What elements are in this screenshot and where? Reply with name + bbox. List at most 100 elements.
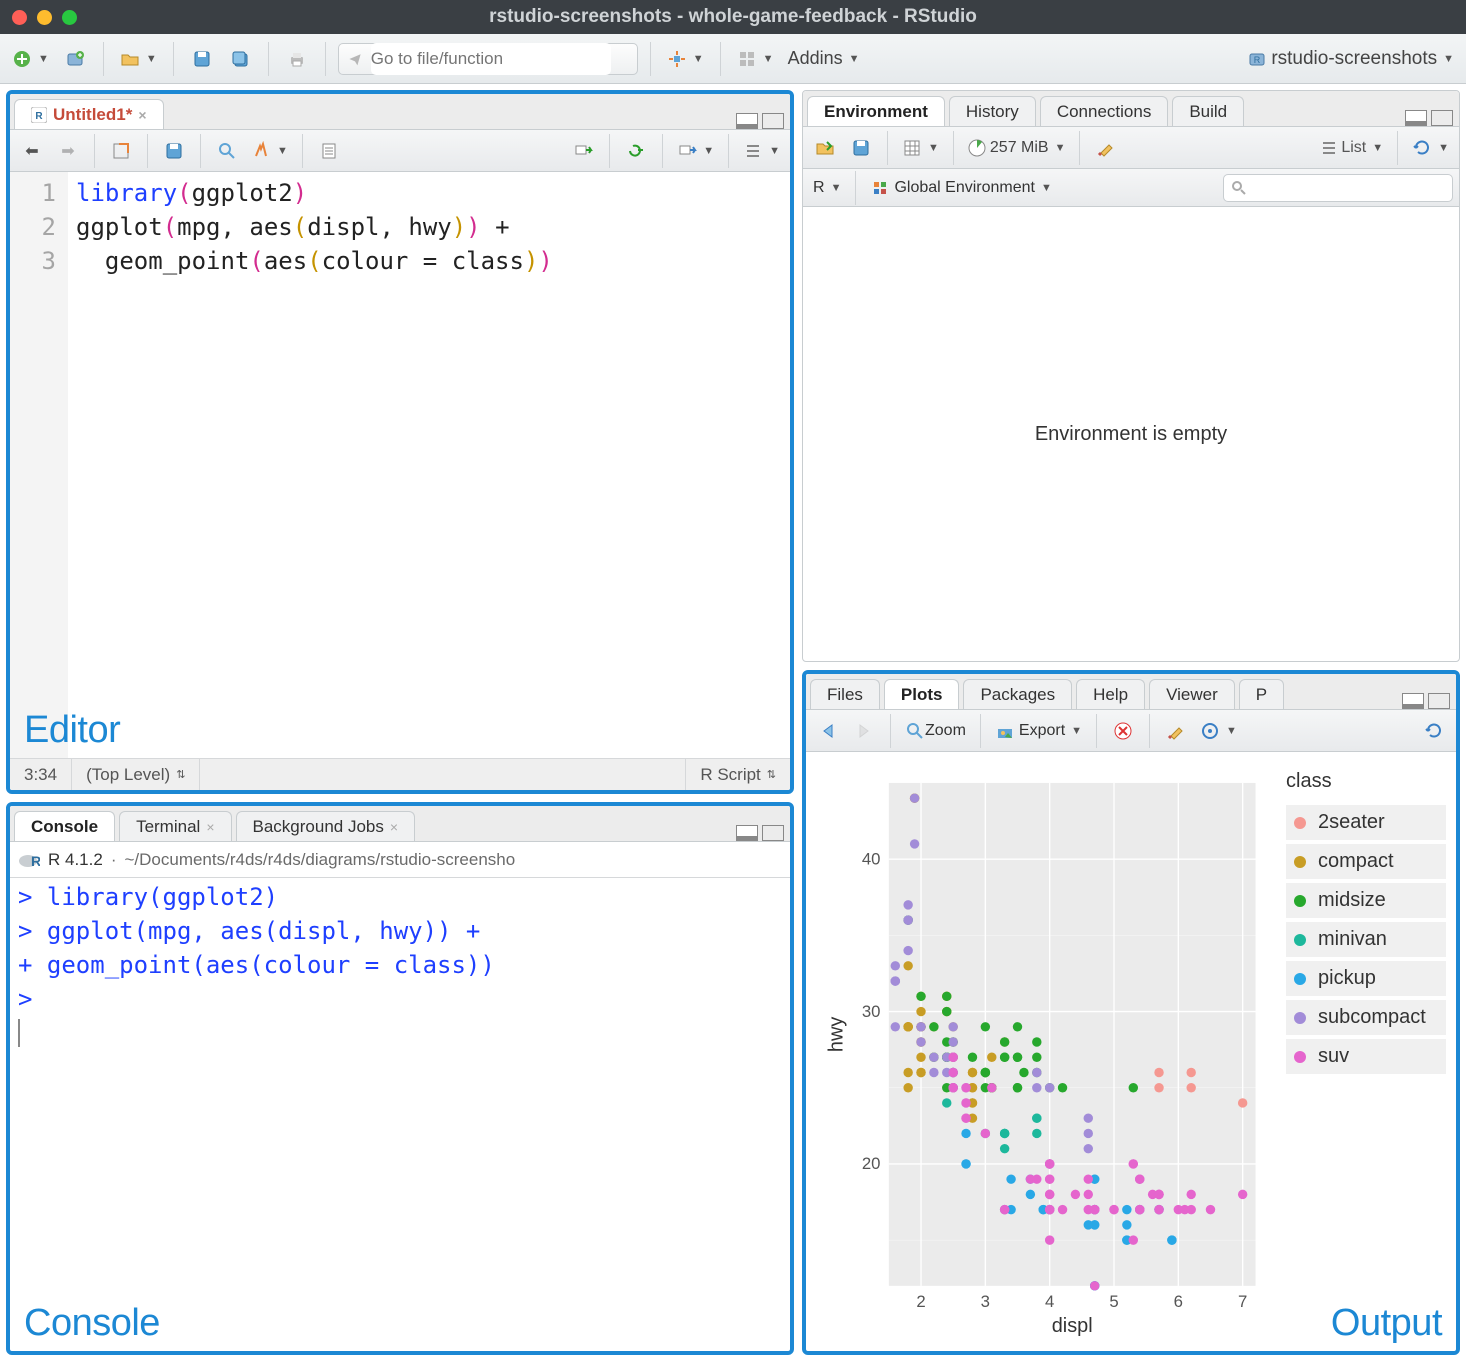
import-dataset-icon[interactable]: ▼ xyxy=(898,138,943,158)
legend-item-2seater: 2seater xyxy=(1286,805,1446,840)
plots-toolbar: Zoom Export ▼ ▼ xyxy=(806,710,1456,752)
env-search-input[interactable] xyxy=(1223,174,1453,202)
code-tools-icon[interactable]: ▼ xyxy=(247,141,292,161)
print-button[interactable] xyxy=(281,49,313,69)
output-tabs: FilesPlotsPackagesHelpViewerP xyxy=(806,674,1456,710)
export-button[interactable]: Export ▼ xyxy=(991,721,1086,741)
svg-text:5: 5 xyxy=(1109,1292,1118,1311)
console-tab-background-jobs[interactable]: Background Jobs × xyxy=(236,811,416,841)
goto-file-input[interactable] xyxy=(371,43,611,75)
env-toolbar: ▼ 257 MiB ▼ List ▼ ▼ xyxy=(803,127,1459,169)
legend-title: class xyxy=(1286,770,1446,793)
output-caption: Output xyxy=(1331,1302,1442,1345)
find-icon[interactable] xyxy=(211,141,243,161)
save-all-button[interactable] xyxy=(224,49,256,69)
outline-icon[interactable]: ▼ xyxy=(739,141,784,161)
minimize-pane-icon[interactable] xyxy=(1402,693,1424,709)
svg-text:40: 40 xyxy=(862,849,881,868)
open-file-button[interactable]: ▼ xyxy=(116,49,161,69)
svg-text:R: R xyxy=(35,111,43,122)
minimize-pane-icon[interactable] xyxy=(736,825,758,841)
svg-text:30: 30 xyxy=(862,1002,881,1021)
working-dir: ~/Documents/r4ds/r4ds/diagrams/rstudio-s… xyxy=(124,850,515,870)
remove-plot-icon[interactable] xyxy=(1107,721,1139,741)
clear-workspace-icon[interactable] xyxy=(1090,138,1122,158)
r-version: R 4.1.2 xyxy=(48,850,103,870)
legend-item-minivan: minivan xyxy=(1286,922,1446,957)
view-mode[interactable]: List ▼ xyxy=(1317,139,1387,157)
env-empty-message: Environment is empty xyxy=(803,207,1459,661)
scope-selector[interactable]: Global Environment ▼ xyxy=(866,178,1055,198)
publish-plot-icon[interactable]: ▼ xyxy=(1196,721,1241,741)
console-body[interactable]: > library(ggplot2)> ggplot(mpg, aes(disp… xyxy=(10,878,790,1351)
clear-plots-icon[interactable] xyxy=(1160,721,1192,741)
refresh-icon[interactable]: ▼ xyxy=(1408,138,1453,158)
goto-file-button[interactable] xyxy=(338,43,638,75)
back-icon[interactable]: ⬅ xyxy=(16,141,48,161)
legend-item-compact: compact xyxy=(1286,844,1446,879)
titlebar: rstudio-screenshots - whole-game-feedbac… xyxy=(0,0,1466,34)
new-project-button[interactable] xyxy=(59,49,91,69)
maximize-pane-icon[interactable] xyxy=(762,113,784,129)
run-icon[interactable] xyxy=(567,141,599,161)
scope-selector[interactable]: (Top Level) ⇅ xyxy=(72,759,200,790)
output-tab-files[interactable]: Files xyxy=(810,679,880,709)
addins-button[interactable]: Addins ▼ xyxy=(784,48,864,69)
env-tab-build[interactable]: Build xyxy=(1172,96,1244,126)
output-tab-help[interactable]: Help xyxy=(1076,679,1145,709)
close-tab-icon[interactable]: × xyxy=(138,107,146,123)
editor-body[interactable]: 123 library(ggplot2) ggplot(mpg, aes(dis… xyxy=(10,172,790,758)
lang-selector[interactable]: R ▼ xyxy=(809,179,845,197)
output-tab-plots[interactable]: Plots xyxy=(884,679,960,709)
maximize-icon[interactable] xyxy=(62,10,77,25)
prev-plot-icon[interactable] xyxy=(812,721,844,741)
project-menu[interactable]: R rstudio-screenshots ▼ xyxy=(1243,48,1458,70)
env-tab-environment[interactable]: Environment xyxy=(807,96,945,126)
minimize-pane-icon[interactable] xyxy=(1405,110,1427,126)
memory-usage[interactable]: 257 MiB ▼ xyxy=(964,139,1070,157)
legend-item-midsize: midsize xyxy=(1286,883,1446,918)
zoom-button[interactable]: Zoom xyxy=(901,721,970,741)
refresh-plot-icon[interactable] xyxy=(1418,721,1450,741)
line-gutter: 123 xyxy=(10,172,68,758)
tools-button[interactable]: ▼ xyxy=(663,49,708,69)
save-workspace-icon[interactable] xyxy=(845,138,877,158)
rerun-icon[interactable] xyxy=(620,141,652,161)
show-in-new-window-icon[interactable] xyxy=(105,141,137,161)
load-workspace-icon[interactable] xyxy=(809,138,841,158)
forward-icon[interactable]: ➡ xyxy=(52,141,84,161)
environment-pane: EnvironmentHistoryConnectionsBuild ▼ 257… xyxy=(802,90,1460,662)
search-icon xyxy=(1231,180,1247,196)
console-tabs: ConsoleTerminal ×Background Jobs × xyxy=(10,806,790,842)
editor-tab-untitled1[interactable]: R Untitled1* × xyxy=(14,99,164,129)
save-button[interactable] xyxy=(186,49,218,69)
maximize-pane-icon[interactable] xyxy=(1431,110,1453,126)
env-tab-connections[interactable]: Connections xyxy=(1040,96,1169,126)
env-tab-history[interactable]: History xyxy=(949,96,1036,126)
svg-text:20: 20 xyxy=(862,1154,881,1173)
maximize-pane-icon[interactable] xyxy=(1428,693,1450,709)
output-tab-viewer[interactable]: Viewer xyxy=(1149,679,1235,709)
maximize-pane-icon[interactable] xyxy=(762,825,784,841)
minimize-pane-icon[interactable] xyxy=(736,113,758,129)
grid-button[interactable]: ▼ xyxy=(733,49,778,69)
close-icon[interactable] xyxy=(12,10,27,25)
minimize-icon[interactable] xyxy=(37,10,52,25)
source-icon[interactable]: ▼ xyxy=(673,141,718,161)
next-plot-icon[interactable] xyxy=(848,721,880,741)
output-tab-packages[interactable]: Packages xyxy=(963,679,1072,709)
editor-toolbar: ⬅ ➡ ▼ ▼ xyxy=(10,130,790,172)
console-tab-console[interactable]: Console xyxy=(14,811,115,841)
code-area[interactable]: library(ggplot2) ggplot(mpg, aes(displ, … xyxy=(68,172,790,758)
scatter-plot: 234567203040displhwy xyxy=(826,770,1266,1341)
save-icon[interactable] xyxy=(158,141,190,161)
mode-selector[interactable]: R Script ⇅ xyxy=(685,759,790,790)
window-controls xyxy=(12,10,77,25)
output-pane: FilesPlotsPackagesHelpViewerP Zoom Expor… xyxy=(802,670,1460,1355)
console-tab-terminal[interactable]: Terminal × xyxy=(119,811,231,841)
compile-report-icon[interactable] xyxy=(313,141,345,161)
legend-item-subcompact: subcompact xyxy=(1286,1000,1446,1035)
svg-text:hwy: hwy xyxy=(826,1017,848,1052)
output-tab-p[interactable]: P xyxy=(1239,679,1284,709)
new-file-button[interactable]: ▼ xyxy=(8,49,53,69)
